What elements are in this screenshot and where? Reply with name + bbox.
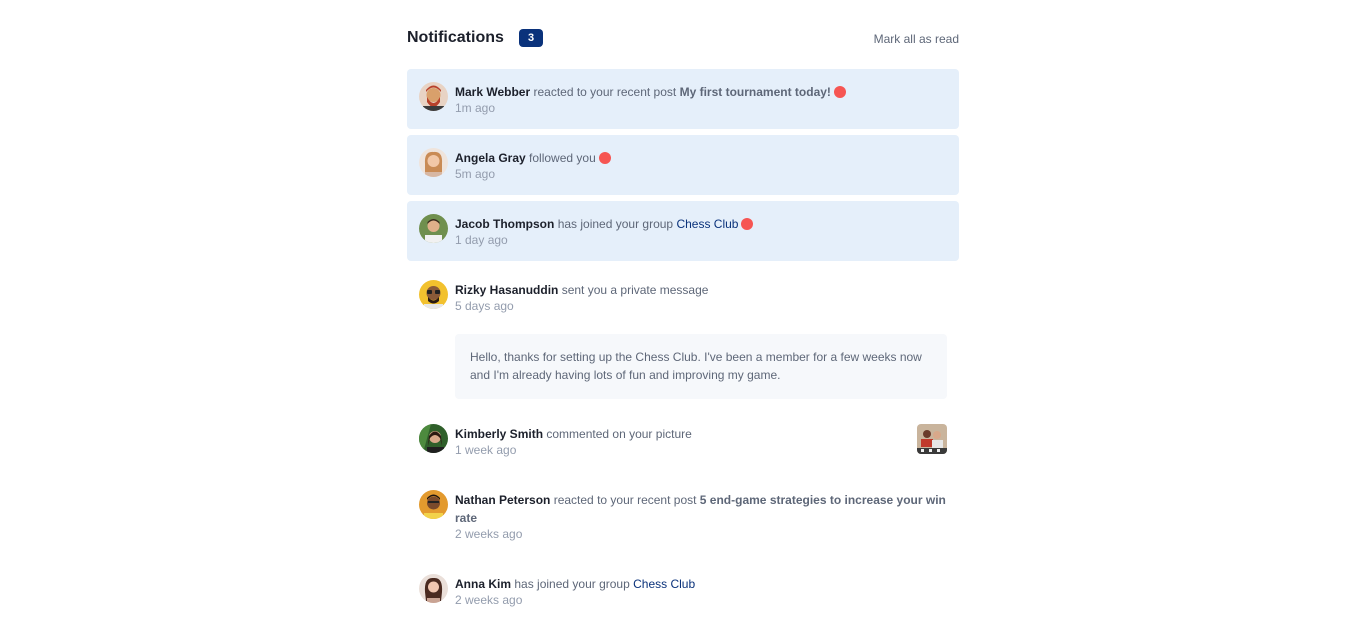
notification-item[interactable]: Mark Webber reacted to your recent post …	[407, 69, 959, 129]
notification-time: 1 week ago	[455, 443, 517, 457]
notifications-panel: Notifications 3 Mark all as read Mark We…	[407, 0, 959, 621]
notification-item[interactable]: Angela Gray followed you 5m ago	[407, 135, 959, 195]
avatar[interactable]	[419, 82, 448, 111]
notification-action: followed you	[529, 151, 596, 165]
notification-item[interactable]: Jacob Thompson has joined your group Che…	[407, 201, 959, 261]
notifications-header: Notifications 3 Mark all as read	[407, 0, 959, 69]
notification-item[interactable]: Kimberly Smith commented on your picture…	[407, 411, 959, 471]
unread-count-badge: 3	[519, 29, 543, 47]
unread-dot-icon	[833, 86, 846, 98]
notification-time: 5 days ago	[455, 299, 514, 313]
avatar[interactable]	[419, 424, 448, 453]
notification-action: reacted to your recent post	[553, 493, 697, 507]
group-link[interactable]: Chess Club	[633, 577, 695, 591]
unread-dot-icon	[741, 218, 754, 230]
avatar[interactable]	[419, 490, 448, 519]
notification-action: has joined your group	[514, 577, 630, 591]
user-name[interactable]: Anna Kim	[455, 577, 511, 591]
notification-action: reacted to your recent post	[533, 85, 677, 99]
user-name[interactable]: Mark Webber	[455, 85, 530, 99]
private-message-preview[interactable]: Hello, thanks for setting up the Chess C…	[455, 334, 947, 399]
notification-time: 5m ago	[455, 167, 496, 181]
notification-action: commented on your picture	[546, 427, 692, 441]
avatar[interactable]	[419, 574, 448, 603]
avatar[interactable]	[419, 148, 448, 177]
unread-dot-icon	[598, 152, 611, 164]
user-name[interactable]: Kimberly Smith	[455, 427, 543, 441]
notification-time: 2 weeks ago	[455, 527, 523, 541]
notification-time: 2 weeks ago	[455, 593, 523, 607]
notification-time: 1 day ago	[455, 233, 508, 247]
user-name[interactable]: Jacob Thompson	[455, 217, 554, 231]
notification-item[interactable]: Anna Kim has joined your group Chess Clu…	[407, 561, 959, 621]
post-link[interactable]: My first tournament today!	[680, 85, 831, 99]
page-title: Notifications	[407, 29, 504, 46]
avatar[interactable]	[419, 280, 448, 309]
user-name[interactable]: Rizky Hasanuddin	[455, 283, 558, 297]
user-name[interactable]: Angela Gray	[455, 151, 526, 165]
user-name[interactable]: Nathan Peterson	[455, 493, 550, 507]
group-link[interactable]: Chess Club	[676, 217, 738, 231]
notification-time: 1m ago	[455, 101, 496, 115]
notification-item[interactable]: Nathan Peterson reacted to your recent p…	[407, 477, 959, 555]
notification-item[interactable]: Rizky Hasanuddin sent you a private mess…	[407, 267, 959, 405]
notification-action: sent you a private message	[561, 283, 709, 297]
notification-action: has joined your group	[557, 217, 674, 231]
commented-picture-thumbnail[interactable]	[917, 424, 947, 454]
avatar[interactable]	[419, 214, 448, 243]
mark-all-as-read-button[interactable]: Mark all as read	[874, 32, 959, 46]
